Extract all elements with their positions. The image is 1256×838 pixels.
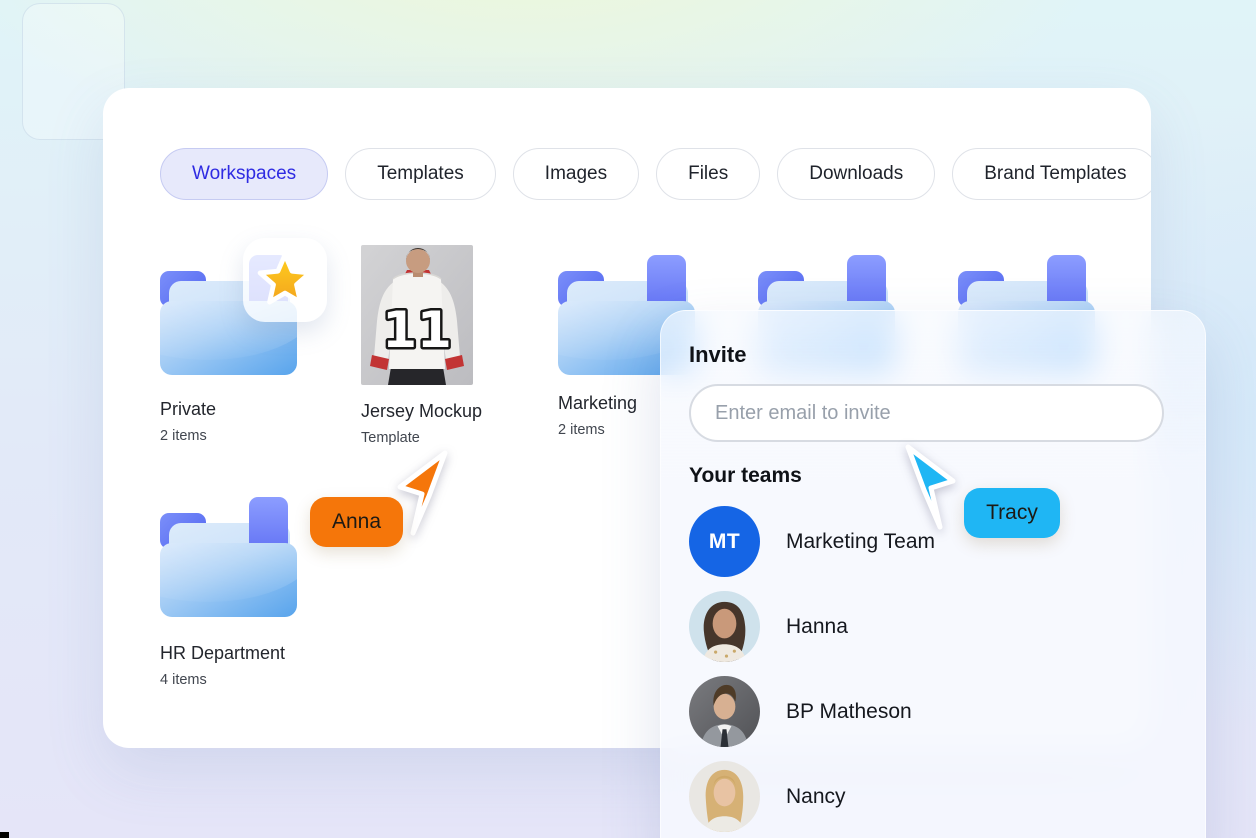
member-name: Marketing Team xyxy=(786,529,936,553)
folder-item-count: 4 items xyxy=(160,672,207,688)
cursor-arrow-icon xyxy=(905,444,956,530)
member-row-bp-matheson[interactable]: BP Matheson xyxy=(689,669,1177,754)
tab-downloads[interactable]: Downloads xyxy=(777,148,936,200)
invite-panel-title: Invite xyxy=(689,342,747,367)
member-row-hanna[interactable]: Hanna xyxy=(689,584,1177,669)
tab-images[interactable]: Images xyxy=(512,148,640,200)
member-name: Hanna xyxy=(786,614,848,638)
screen: Workspaces Templates Images Files Downlo… xyxy=(0,0,1256,838)
tab-brand-templates[interactable]: Brand Templates xyxy=(952,148,1151,200)
avatar-bp-matheson xyxy=(689,676,760,747)
file-type: Template xyxy=(361,430,420,446)
folder-item-count: 2 items xyxy=(160,428,207,444)
avatar-marketing-team: MT xyxy=(689,506,760,577)
cursor-arrow-icon xyxy=(397,450,448,536)
team-member-list: MT Marketing Team Hanna BP Matheson Nanc… xyxy=(689,499,1177,838)
avatar-hanna xyxy=(689,591,760,662)
member-name: BP Matheson xyxy=(786,699,912,723)
your-teams-heading: Your teams xyxy=(689,464,802,487)
tab-workspaces[interactable]: Workspaces xyxy=(160,148,329,200)
tab-files[interactable]: Files xyxy=(656,148,761,200)
jersey-number: 11 xyxy=(382,301,452,359)
tab-templates[interactable]: Templates xyxy=(345,148,496,200)
member-row-nancy[interactable]: Nancy xyxy=(689,754,1177,838)
jersey-mockup-thumbnail: 11 xyxy=(361,245,473,385)
member-name: Nancy xyxy=(786,784,846,808)
avatar-nancy xyxy=(689,761,760,832)
invite-panel: Invite Your teams MT Marketing Team xyxy=(660,310,1206,838)
cursor-name-tag: Tracy xyxy=(964,488,1060,538)
favorite-star-badge xyxy=(243,238,327,322)
folder-tile-private[interactable]: Private 2 items xyxy=(160,238,360,515)
invite-email-input[interactable] xyxy=(689,384,1164,442)
folder-name: Marketing xyxy=(558,393,638,413)
folder-name: HR Department xyxy=(160,643,286,663)
corner-mark xyxy=(0,832,9,838)
file-name: Jersey Mockup xyxy=(361,401,483,421)
category-tabbar: Workspaces Templates Images Files Downlo… xyxy=(160,148,1151,200)
star-icon xyxy=(257,252,313,305)
folder-item-count: 2 items xyxy=(558,422,605,438)
cursor-name-tag: Anna xyxy=(310,497,403,547)
folder-icon xyxy=(160,497,297,617)
folder-name: Private xyxy=(160,399,217,419)
